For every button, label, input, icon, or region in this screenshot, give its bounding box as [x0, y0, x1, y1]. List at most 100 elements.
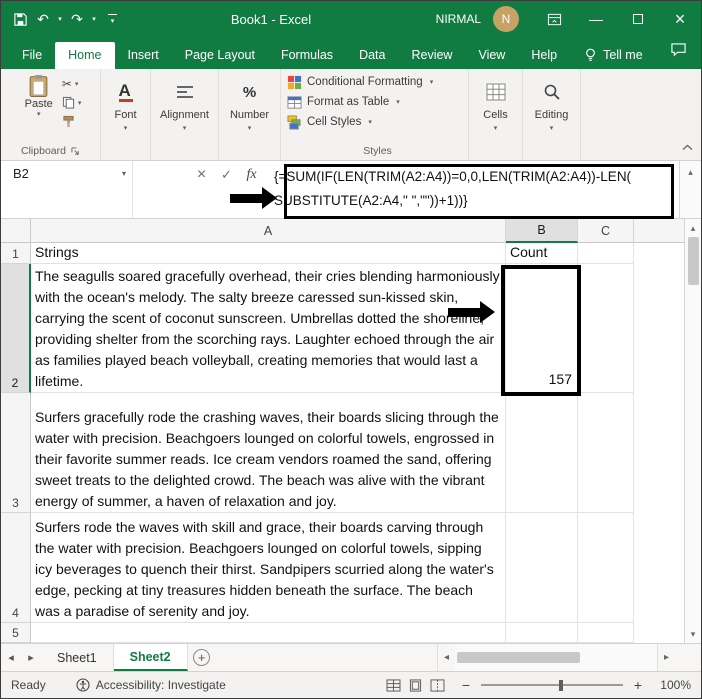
- redo-button[interactable]: ↷: [66, 6, 88, 32]
- ribbon-display-options-button[interactable]: [533, 1, 575, 37]
- page-break-view-icon[interactable]: [430, 678, 445, 692]
- cell-c1[interactable]: [578, 243, 634, 264]
- cell-b3[interactable]: [506, 393, 578, 513]
- tab-view[interactable]: View: [465, 42, 518, 69]
- alignment-group-button[interactable]: Alignment ▾: [151, 69, 219, 160]
- cell-styles-button[interactable]: Cell Styles ▾: [287, 112, 468, 132]
- collapse-ribbon-button[interactable]: [682, 138, 693, 156]
- horizontal-scrollbar[interactable]: ◂ ▸: [437, 644, 675, 671]
- dialog-launcher-icon[interactable]: [71, 146, 80, 156]
- tab-review[interactable]: Review: [398, 42, 465, 69]
- cell-c3[interactable]: [578, 393, 634, 513]
- close-button[interactable]: ×: [659, 1, 701, 37]
- save-button[interactable]: [9, 6, 31, 32]
- row-header-5[interactable]: 5: [1, 623, 31, 643]
- select-all-corner[interactable]: [1, 219, 31, 243]
- formula-input[interactable]: {=SUM(IF(LEN(TRIM(A2:A4))=0,0,LEN(TRIM(A…: [264, 161, 679, 218]
- row-2: 2 The seagulls soared gracefully overhea…: [1, 264, 684, 393]
- name-box[interactable]: B2 ▾: [1, 161, 133, 218]
- scroll-up-button[interactable]: ▴: [685, 219, 701, 237]
- user-name[interactable]: NIRMAL: [436, 12, 481, 26]
- row-header-1[interactable]: 1: [1, 243, 31, 264]
- tab-page-layout[interactable]: Page Layout: [172, 42, 268, 69]
- cancel-button[interactable]: ×: [189, 165, 214, 185]
- cells-group-button[interactable]: Cells ▾: [469, 69, 523, 160]
- zoom-slider-thumb[interactable]: [559, 680, 564, 691]
- hscroll-left-button[interactable]: ◂: [437, 644, 455, 671]
- chevron-up-icon: [682, 144, 693, 150]
- scroll-up-icon: ▴: [690, 222, 696, 233]
- tab-file[interactable]: File: [9, 42, 55, 69]
- scroll-down-button[interactable]: ▾: [685, 625, 701, 643]
- customize-qat-button[interactable]: ▾: [108, 13, 117, 25]
- format-painter-button[interactable]: [62, 113, 82, 130]
- row-header-3[interactable]: 3: [1, 393, 31, 513]
- title-bar: ↶ ▾ ↷ ▾ ▾ Book1 - Excel NIRMAL N — ×: [1, 1, 701, 37]
- tell-me-button[interactable]: Tell me: [574, 42, 653, 69]
- tab-insert[interactable]: Insert: [115, 42, 172, 69]
- zoom-level[interactable]: 100%: [653, 678, 691, 692]
- column-header-a[interactable]: A: [31, 219, 506, 243]
- zoom-slider[interactable]: [481, 678, 623, 692]
- column-header-c[interactable]: C: [578, 219, 634, 243]
- row-4: 4 Surfers rode the waves with skill and …: [1, 513, 684, 623]
- zoom-in-button[interactable]: +: [632, 677, 644, 693]
- tab-formulas[interactable]: Formulas: [268, 42, 346, 69]
- undo-button[interactable]: ↶: [32, 6, 54, 32]
- number-group-button[interactable]: % Number ▾: [219, 69, 281, 160]
- format-as-table-button[interactable]: Format as Table ▾: [287, 92, 468, 112]
- vertical-scrollbar-thumb[interactable]: [687, 237, 699, 285]
- row-header-4[interactable]: 4: [1, 513, 31, 623]
- cell-b1[interactable]: Count: [506, 243, 578, 264]
- horizontal-scrollbar-thumb[interactable]: [457, 652, 580, 663]
- tab-help[interactable]: Help: [518, 42, 570, 69]
- page-layout-view-icon[interactable]: [408, 678, 423, 692]
- accessibility-icon: [76, 678, 90, 692]
- conditional-formatting-button[interactable]: Conditional Formatting ▾: [287, 72, 468, 92]
- plus-icon: +: [633, 677, 643, 693]
- formula-bar-expand-button[interactable]: ▴: [679, 161, 701, 218]
- cell-a1[interactable]: Strings: [31, 243, 506, 264]
- cell-c4[interactable]: [578, 513, 634, 623]
- checkmark-icon: ✓: [221, 167, 232, 182]
- title-bar-controls: NIRMAL N — ×: [436, 1, 701, 37]
- styles-group-label: Styles: [363, 145, 392, 157]
- paste-button[interactable]: Paste ▾: [20, 72, 58, 130]
- sheet-tab-sheet1[interactable]: Sheet1: [41, 644, 114, 671]
- redo-dropdown-icon[interactable]: ▾: [89, 6, 99, 32]
- tab-home[interactable]: Home: [55, 42, 115, 69]
- paste-icon: [29, 75, 48, 97]
- undo-dropdown-icon[interactable]: ▾: [55, 6, 65, 32]
- font-group-button[interactable]: A Font ▾: [101, 69, 151, 160]
- normal-view-icon[interactable]: [386, 678, 401, 692]
- vertical-scrollbar[interactable]: ▴ ▾: [684, 219, 701, 643]
- accessibility-checker[interactable]: Accessibility: Investigate: [76, 678, 226, 692]
- maximize-button[interactable]: [617, 1, 659, 37]
- copy-button[interactable]: ▾: [62, 94, 81, 111]
- cut-button[interactable]: ✂ ▾: [62, 75, 82, 92]
- minimize-button[interactable]: —: [575, 1, 617, 37]
- sheet-tab-sheet2[interactable]: Sheet2: [113, 644, 188, 671]
- row-header-2[interactable]: 2: [1, 264, 31, 393]
- cell-b2[interactable]: 157: [506, 264, 578, 393]
- column-header-b[interactable]: B: [506, 219, 578, 243]
- sheet-nav-right-button[interactable]: ▸: [21, 644, 41, 671]
- cell-b5[interactable]: [506, 623, 578, 643]
- new-sheet-button[interactable]: +: [188, 644, 216, 671]
- cell-c5[interactable]: [578, 623, 634, 643]
- editing-group-button[interactable]: Editing ▾: [523, 69, 581, 160]
- cell-b4[interactable]: [506, 513, 578, 623]
- comments-button[interactable]: [670, 42, 687, 69]
- sheet-nav-left-button[interactable]: ◂: [1, 644, 21, 671]
- avatar[interactable]: N: [493, 6, 519, 32]
- hscroll-right-button[interactable]: ▸: [657, 644, 675, 671]
- cell-a4[interactable]: Surfers rode the waves with skill and gr…: [31, 513, 506, 623]
- tab-data[interactable]: Data: [346, 42, 398, 69]
- cell-a2[interactable]: The seagulls soared gracefully overhead,…: [31, 264, 506, 393]
- zoom-out-button[interactable]: −: [460, 677, 472, 693]
- cell-a5[interactable]: [31, 623, 506, 643]
- cell-c2[interactable]: [578, 264, 634, 393]
- enter-button[interactable]: ✓: [214, 165, 239, 185]
- insert-function-button[interactable]: fx: [239, 165, 264, 185]
- cell-a3[interactable]: Surfers gracefully rode the crashing wav…: [31, 393, 506, 513]
